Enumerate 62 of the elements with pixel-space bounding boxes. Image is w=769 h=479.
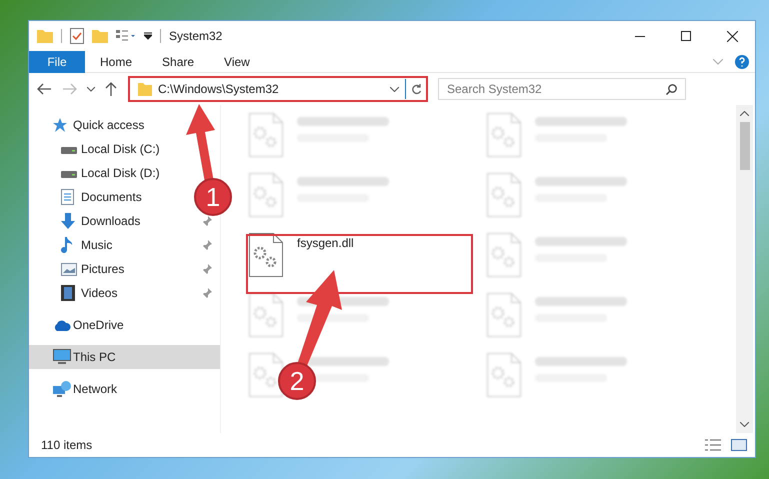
- scroll-thumb[interactable]: [740, 122, 750, 170]
- nav-item[interactable]: This PC: [29, 345, 220, 369]
- scroll-up-icon[interactable]: [740, 111, 749, 116]
- refresh-icon: [410, 84, 422, 94]
- scroll-down-icon[interactable]: [740, 422, 749, 427]
- window-title: System32: [169, 28, 222, 45]
- down-arrow-icon: [61, 213, 75, 229]
- star-icon: [53, 118, 67, 132]
- dropdown-caret-icon[interactable]: [144, 32, 152, 40]
- nav-item[interactable]: Network: [29, 377, 126, 401]
- details-view-icon[interactable]: [705, 439, 721, 451]
- music-note-icon: [61, 237, 73, 253]
- search-field[interactable]: Search System32: [438, 78, 686, 100]
- properties-icon[interactable]: [116, 30, 136, 42]
- nav-item[interactable]: Local Disk (D:): [29, 161, 168, 185]
- drive-icon: [61, 168, 77, 178]
- gear-file-icon: [249, 113, 283, 157]
- nav-item[interactable]: Pictures: [29, 257, 220, 281]
- file-menu-button[interactable]: File: [29, 50, 85, 72]
- file-item[interactable]: fsysgen.dll: [249, 233, 354, 277]
- gear-file-icon: [487, 233, 521, 277]
- gear-file-icon: [487, 353, 521, 397]
- cloud-icon: [53, 320, 71, 330]
- nav-item[interactable]: Videos: [29, 281, 220, 305]
- caret-down-icon[interactable]: [87, 86, 95, 92]
- ribbon-tab[interactable]: Home: [85, 50, 148, 72]
- up-arrow-icon[interactable]: [105, 82, 117, 96]
- gear-file-icon: [487, 173, 521, 217]
- help-icon[interactable]: [735, 54, 749, 68]
- caret-down-icon[interactable]: [390, 86, 399, 92]
- address-field[interactable]: C:\Windows\System32: [128, 76, 428, 102]
- drive-icon: [61, 144, 77, 154]
- monitor-icon: [53, 349, 71, 365]
- folder-icon: [138, 82, 152, 96]
- ribbon-tab[interactable]: View: [209, 50, 265, 72]
- film-icon: [61, 285, 75, 301]
- nav-item[interactable]: Local Disk (C:): [29, 137, 168, 161]
- address-path: C:\Windows\System32: [158, 81, 280, 98]
- gear-file-icon: [249, 233, 283, 277]
- search-input[interactable]: Search System32: [447, 80, 666, 98]
- gear-file-icon: [249, 353, 283, 397]
- item-count: 110 items: [41, 437, 94, 454]
- document-icon: [61, 189, 74, 205]
- nav-item[interactable]: Quick access: [29, 113, 152, 137]
- network-icon: [53, 381, 71, 397]
- ribbon-tab[interactable]: Share: [147, 50, 210, 72]
- large-icons-view-icon[interactable]: [731, 439, 747, 451]
- gear-file-icon: [249, 173, 283, 217]
- nav-item[interactable]: Documents: [29, 185, 150, 209]
- nav-item[interactable]: Music: [29, 233, 220, 257]
- gear-file-icon: [249, 293, 283, 337]
- search-icon: [666, 84, 677, 94]
- gear-file-icon: [487, 113, 521, 157]
- scrollbar[interactable]: [736, 105, 753, 433]
- close-icon: [726, 30, 738, 42]
- checklist-icon[interactable]: [70, 28, 84, 44]
- nav-item[interactable]: OneDrive: [29, 313, 132, 337]
- gear-file-icon: [487, 293, 521, 337]
- maximize-icon: [681, 31, 691, 41]
- file-name: fsysgen.dll: [297, 235, 354, 252]
- back-arrow-icon[interactable]: [37, 83, 51, 95]
- picture-icon: [61, 262, 77, 276]
